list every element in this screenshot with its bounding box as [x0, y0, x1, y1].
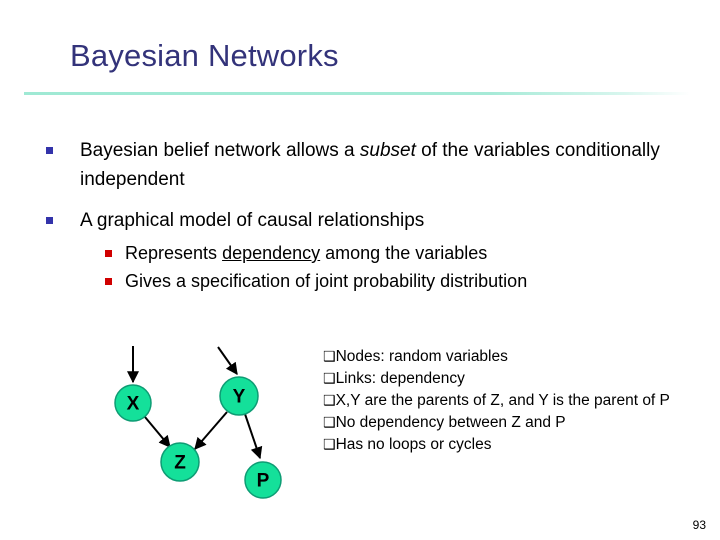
sub-bullet-square-icon	[105, 278, 112, 285]
bullet-item-2-text: A graphical model of causal relationship…	[80, 210, 425, 231]
bullet-square-icon	[46, 217, 53, 224]
note-item-4: ❑No dependency between Z and P	[323, 412, 693, 434]
sub-bullet-item-1-part2: among the variables	[320, 243, 488, 263]
note-item-3-label: X,Y are the parents of Z, and Y is the p…	[335, 392, 670, 409]
title-divider	[24, 92, 690, 95]
bullet-square-icon	[46, 147, 53, 154]
note-item-2-label: Links: dependency	[335, 370, 465, 387]
hollow-square-icon: ❑	[323, 371, 336, 387]
bullet-list: Bayesian belief network allows a subset …	[42, 136, 682, 295]
note-item-5: ❑Has no loops or cycles	[323, 434, 693, 456]
diagram-node-x[interactable]: X	[114, 384, 152, 422]
diagram-node-p[interactable]: P	[244, 461, 282, 499]
hollow-square-icon: ❑	[323, 393, 336, 409]
note-item-2: ❑Links: dependency	[323, 368, 693, 390]
hollow-square-icon: ❑	[323, 437, 336, 453]
sub-bullet-item-1-part1: Represents	[125, 243, 223, 263]
diagram-node-z[interactable]: Z	[160, 442, 200, 482]
diagram-node-y[interactable]: Y	[219, 376, 259, 416]
note-item-5-label: Has no loops or cycles	[335, 436, 492, 453]
bayesian-network-diagram: X Y Z P	[95, 330, 315, 515]
sub-bullet-item-1-underlined: dependency	[222, 243, 321, 263]
sub-bullet-square-icon	[105, 250, 112, 257]
edge-external-to-y	[217, 346, 238, 375]
edge-y-to-z	[194, 411, 228, 450]
sub-bullet-list: Represents dependency among the variable…	[80, 239, 682, 295]
hollow-square-icon: ❑	[323, 349, 336, 365]
sub-bullet-item-2: Gives a specification of joint probabili…	[80, 267, 682, 295]
edge-x-to-z	[144, 416, 171, 448]
bullet-item-2: A graphical model of causal relationship…	[42, 206, 682, 295]
diagram-notes-list: ❑Nodes: random variables ❑Links: depende…	[323, 346, 693, 456]
diagram-node-x-label: X	[127, 394, 140, 415]
note-item-1-label: Nodes: random variables	[335, 348, 508, 365]
bullet-item-1: Bayesian belief network allows a subset …	[42, 136, 682, 194]
page-title: Bayesian Networks	[70, 38, 339, 73]
diagram-node-z-label: Z	[174, 453, 186, 474]
page-number: 93	[692, 518, 706, 532]
note-item-1: ❑Nodes: random variables	[323, 346, 693, 368]
note-item-4-label: No dependency between Z and P	[335, 414, 566, 431]
bullet-item-1-emphasis: subset	[359, 140, 416, 161]
bullet-item-1-text-part1: Bayesian belief network allows a	[80, 140, 360, 161]
note-item-3: ❑X,Y are the parents of Z, and Y is the …	[323, 390, 693, 412]
hollow-square-icon: ❑	[323, 415, 336, 431]
diagram-node-p-label: P	[257, 471, 270, 492]
sub-bullet-item-2-part1: Gives a specification of joint probabili…	[125, 271, 528, 291]
sub-bullet-item-1: Represents dependency among the variable…	[80, 239, 682, 267]
edge-y-to-p	[244, 413, 263, 460]
diagram-node-y-label: Y	[233, 387, 246, 408]
